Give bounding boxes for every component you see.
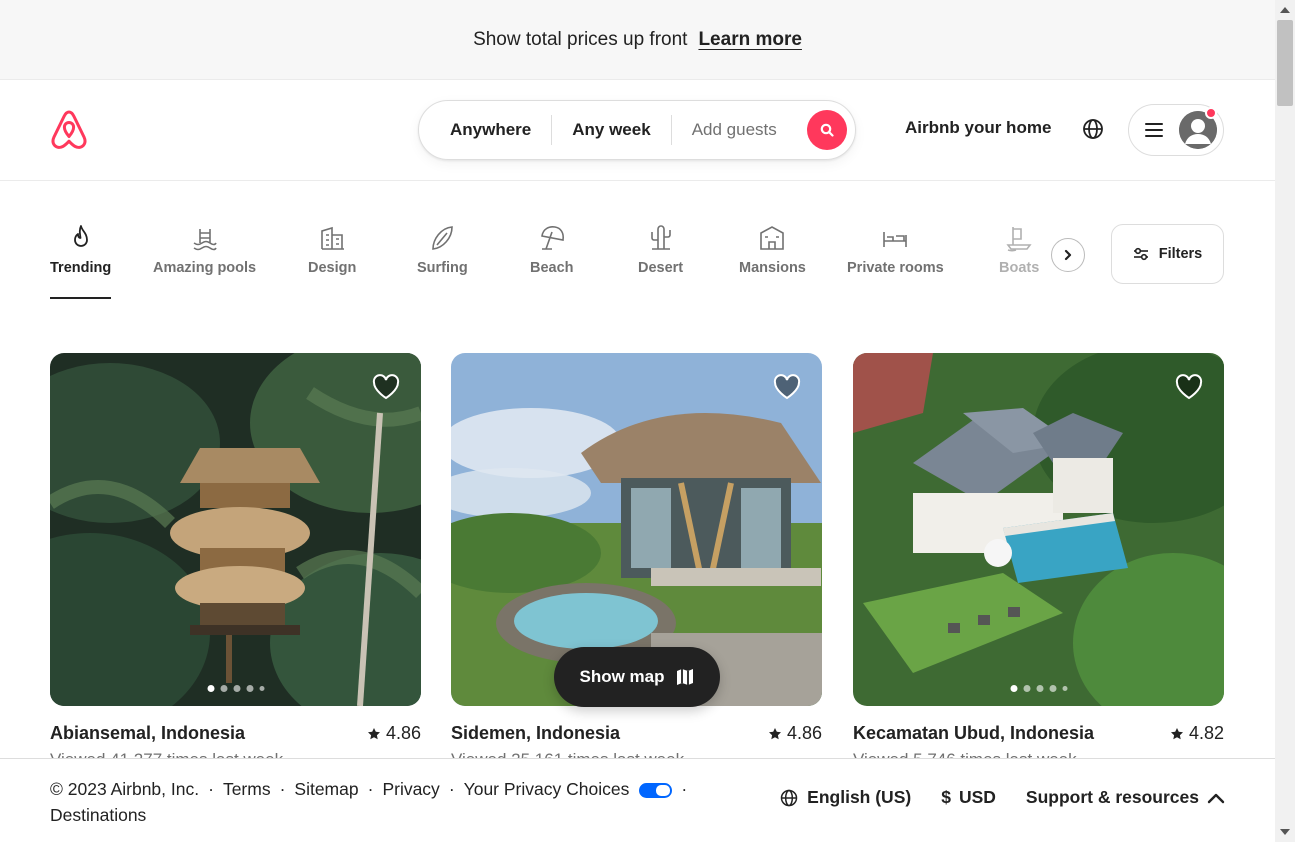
listing-location: Kecamatan Ubud, Indonesia: [853, 723, 1095, 743]
search-dates[interactable]: Any week: [552, 115, 670, 145]
currency-button[interactable]: $ USD: [941, 787, 996, 808]
search-location[interactable]: Anywhere: [419, 115, 551, 145]
terms-link[interactable]: Terms: [223, 779, 271, 799]
show-map-button[interactable]: Show map: [554, 647, 720, 707]
globe-icon: [780, 789, 798, 806]
category-label: Amazing pools: [153, 260, 257, 276]
listing-card[interactable]: Sidemen, Indonesia 4.86 Viewed 25,161 ti…: [451, 353, 822, 770]
surfboard-icon: [432, 226, 454, 250]
page-scrollbar[interactable]: [1275, 0, 1295, 842]
category-amazing-pools[interactable]: Amazing pools: [153, 223, 256, 276]
currency-label: USD: [958, 787, 996, 807]
category-desert[interactable]: Desert: [638, 223, 683, 276]
category-label: Beach: [530, 260, 574, 276]
flame-icon: [73, 225, 88, 247]
category-design[interactable]: Design: [308, 223, 356, 276]
category-label: Mansions: [739, 260, 806, 276]
categories-next-button[interactable]: [1051, 238, 1085, 272]
footer-settings: English (US) $ USD Support & resources: [779, 787, 1225, 808]
category-label: Private rooms: [847, 260, 944, 276]
cactus-icon: [650, 225, 671, 250]
airbnb-your-home-link[interactable]: Airbnb your home: [905, 118, 1051, 138]
category-bar: Trending Amazing pools Design Surfing Be…: [0, 181, 1275, 303]
pool-icon: [193, 229, 217, 251]
category-beach[interactable]: Beach: [530, 223, 574, 276]
header: Anywhere Any week Add guests Airbnb your…: [0, 80, 1275, 181]
photo-dots: [207, 685, 264, 692]
filters-button[interactable]: Filters: [1111, 224, 1224, 284]
page: Show total prices up front Learn more An…: [0, 0, 1275, 842]
price-banner: Show total prices up front Learn more: [0, 0, 1275, 80]
copyright: © 2023 Airbnb, Inc.: [50, 779, 200, 799]
star-icon: [367, 727, 380, 739]
listing-rating: 4.82: [1170, 723, 1224, 744]
category-boats[interactable]: Boats: [999, 223, 1039, 276]
privacy-link[interactable]: Privacy: [382, 779, 439, 799]
currency-symbol: $: [941, 787, 951, 807]
listing-rating: 4.86: [367, 723, 421, 744]
scrollbar-thumb[interactable]: [1277, 20, 1293, 106]
umbrella-icon: [540, 226, 564, 250]
show-map-label: Show map: [579, 667, 665, 686]
rating-value: 4.86: [786, 723, 822, 743]
category-label: Boats: [999, 260, 1040, 276]
footer-links: © 2023 Airbnb, Inc. · Terms · Sitemap · Privac…: [50, 779, 688, 825]
bed-icon: [883, 232, 908, 247]
listing-location: Abiansemal, Indonesia: [50, 723, 246, 743]
search-guests[interactable]: Add guests: [672, 115, 797, 145]
destinations-link[interactable]: Destinations: [50, 805, 146, 825]
star-icon: [1170, 727, 1183, 739]
language-label: English (US): [807, 787, 912, 807]
learn-more-link[interactable]: Learn more: [698, 29, 801, 51]
heart-icon[interactable]: [1174, 373, 1204, 401]
search-bar[interactable]: Anywhere Any week Add guests: [418, 100, 856, 160]
airbnb-logo-icon[interactable]: [49, 109, 89, 151]
category-label: Desert: [638, 260, 684, 276]
listing-card[interactable]: Abiansemal, Indonesia 4.86 Viewed 41,277…: [50, 353, 421, 770]
support-resources-button[interactable]: Support & resources: [1026, 787, 1225, 808]
footer: © 2023 Airbnb, Inc. · Terms · Sitemap · Privac…: [0, 758, 1275, 842]
map-icon: [676, 669, 693, 685]
heart-icon[interactable]: [772, 373, 802, 401]
rating-value: 4.86: [385, 723, 421, 743]
listing-photo[interactable]: [853, 353, 1224, 706]
scroll-up-icon[interactable]: [1280, 7, 1290, 13]
photo-dots: [1010, 685, 1067, 692]
user-menu-button[interactable]: [1128, 104, 1224, 156]
language-button[interactable]: English (US): [779, 787, 911, 808]
privacy-choices-link[interactable]: Your Privacy Choices: [464, 779, 630, 799]
banner-text: Show total prices up front: [473, 28, 688, 50]
heart-icon[interactable]: [371, 373, 401, 401]
listing-rating: 4.86: [768, 723, 822, 744]
search-icon: [820, 123, 834, 137]
category-private-rooms[interactable]: Private rooms: [847, 223, 944, 276]
rating-value: 4.82: [1188, 723, 1224, 743]
category-label: Surfing: [417, 260, 468, 276]
category-surfing[interactable]: Surfing: [417, 223, 468, 276]
boat-icon: [1006, 227, 1032, 252]
notification-dot: [1205, 107, 1217, 119]
chevron-up-icon: [1207, 793, 1225, 803]
listing-location: Sidemen, Indonesia: [451, 723, 621, 743]
support-label: Support & resources: [1025, 787, 1199, 807]
category-label: Design: [308, 260, 357, 276]
category-label: Trending: [50, 260, 112, 276]
sitemap-link[interactable]: Sitemap: [294, 779, 358, 799]
star-icon: [768, 727, 781, 739]
category-mansions[interactable]: Mansions: [739, 223, 806, 276]
building-icon: [321, 226, 345, 250]
search-button[interactable]: [807, 110, 847, 150]
listing-card[interactable]: Kecamatan Ubud, Indonesia 4.82 Viewed 5,…: [853, 353, 1224, 770]
hamburger-icon: [1145, 123, 1163, 137]
chevron-right-icon: [1064, 249, 1072, 261]
globe-icon[interactable]: [1081, 117, 1105, 141]
filters-label: Filters: [1158, 246, 1203, 262]
sliders-icon: [1133, 247, 1148, 261]
category-trending[interactable]: Trending: [50, 223, 112, 299]
privacy-choices-icon: [639, 782, 673, 798]
listing-photo[interactable]: [50, 353, 421, 706]
mansion-icon: [760, 226, 785, 250]
scroll-down-icon[interactable]: [1280, 829, 1290, 835]
